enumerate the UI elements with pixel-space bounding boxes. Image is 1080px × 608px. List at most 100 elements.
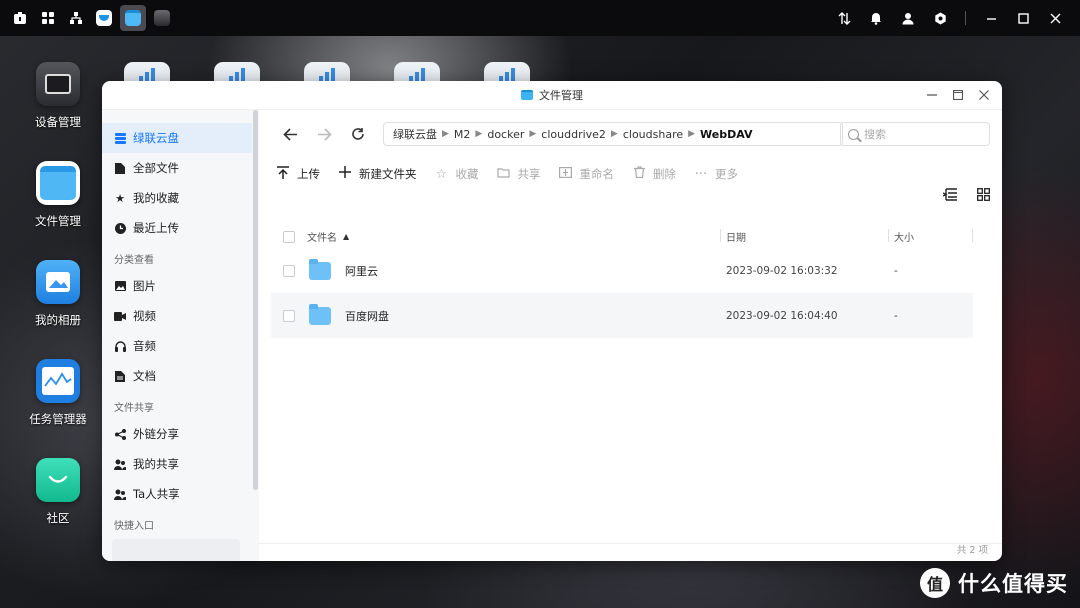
sidebar-item-favorites[interactable]: ★ 我的收藏 (102, 183, 259, 213)
breadcrumb-item[interactable]: clouddrive2 (541, 128, 606, 141)
share-icon (114, 428, 126, 440)
users-icon (114, 488, 126, 500)
desktop-icon-label: 任务管理器 (29, 412, 87, 426)
sidebar-item-cloud-drive[interactable]: 绿联云盘 (102, 123, 252, 153)
main-pane: 绿联云盘 ▶ M2 ▶ docker ▶ clouddrive2 ▶ cloud… (259, 110, 1002, 561)
chevron-right-icon: ▶ (610, 129, 618, 139)
more-button[interactable]: ··· 更多 (694, 166, 738, 182)
status-bar (259, 543, 1002, 561)
file-name[interactable]: 百度网盘 (345, 308, 389, 324)
maximize-icon[interactable] (1012, 7, 1034, 29)
table-row[interactable]: 百度网盘 2023-09-02 16:04:40 - (271, 293, 973, 338)
apps-grid-icon[interactable] (36, 6, 60, 30)
rename-button[interactable]: 重命名 (559, 166, 614, 182)
search-icon (848, 128, 859, 140)
sidebar-item-my-shares[interactable]: 我的共享 (102, 449, 259, 479)
column-divider[interactable] (888, 229, 889, 242)
sidebar-item-images[interactable]: 图片 (102, 271, 259, 301)
breadcrumb-item[interactable]: docker (487, 128, 524, 141)
row-checkbox[interactable] (283, 309, 295, 322)
forward-arrow-icon[interactable] (307, 119, 341, 149)
column-header-date[interactable]: 日期 (721, 229, 889, 244)
desktop-icon-file-manager[interactable]: 文件管理 (18, 161, 98, 260)
docker-app-icon[interactable] (92, 6, 116, 30)
sort-icon[interactable] (833, 7, 855, 29)
share-button[interactable]: 共享 (497, 166, 541, 182)
sidebar: 绿联云盘 全部文件 ★ 我的收藏 最近上传 分类查看 图片 视频 音频 文档 文… (102, 110, 259, 561)
refresh-icon[interactable] (341, 119, 375, 149)
file-manager-task-icon[interactable] (120, 5, 146, 31)
sidebar-item-label: 绿联云盘 (133, 131, 179, 145)
window-minimize-icon[interactable] (926, 87, 938, 103)
star-outline-icon: ☆ (435, 166, 448, 182)
terminal-app-icon[interactable] (150, 6, 174, 30)
favorite-label: 收藏 (455, 167, 479, 181)
breadcrumb[interactable]: 绿联云盘 ▶ M2 ▶ docker ▶ clouddrive2 ▶ cloud… (383, 122, 843, 146)
window-maximize-icon[interactable] (952, 87, 964, 103)
sidebar-item-link-share[interactable]: 外链分享 (102, 419, 259, 449)
breadcrumb-current[interactable]: WebDAV (700, 128, 753, 141)
breadcrumb-item[interactable]: 绿联云盘 (393, 126, 437, 142)
file-manager-window: 文件管理 绿联云盘 全部文件 ★ 我的收藏 最近上传 分类查看 图片 视频 音频… (102, 81, 1002, 561)
bell-icon[interactable] (865, 7, 887, 29)
column-divider[interactable] (720, 229, 721, 242)
upload-button[interactable]: 上传 (276, 165, 320, 183)
sidebar-item-videos[interactable]: 视频 (102, 301, 259, 331)
sidebar-item-all-files[interactable]: 全部文件 (102, 153, 259, 183)
file-date: 2023-09-02 16:03:32 (726, 264, 838, 277)
more-label: 更多 (715, 167, 738, 181)
settings-icon[interactable] (929, 7, 951, 29)
grid-view-icon[interactable] (977, 188, 990, 205)
column-header-name[interactable]: 文件名 ▲ (307, 229, 721, 244)
select-all-checkbox[interactable] (283, 230, 295, 243)
desktop-icon-label: 我的相册 (35, 313, 81, 327)
breadcrumb-item[interactable]: M2 (454, 128, 471, 141)
sidebar-item-label: 我的收藏 (133, 191, 179, 205)
search-placeholder: 搜索 (864, 128, 886, 141)
file-date: 2023-09-02 16:04:40 (726, 309, 838, 322)
file-manager-icon (36, 161, 80, 205)
desktop-icon-photos[interactable]: 我的相册 (18, 260, 98, 359)
star-icon: ★ (115, 191, 125, 205)
sidebar-item-others-shares[interactable]: Ta人共享 (102, 479, 259, 509)
column-header-size[interactable]: 大小 (889, 229, 973, 244)
desktop-icon-community[interactable]: 社区 (18, 458, 98, 557)
sidebar-item-audio[interactable]: 音频 (102, 331, 259, 361)
sidebar-item-recent[interactable]: 最近上传 (102, 213, 259, 243)
new-folder-button[interactable]: 新建文件夹 (338, 166, 417, 182)
window-title: 文件管理 (539, 89, 583, 102)
sidebar-item-label: 视频 (133, 309, 156, 323)
sidebar-item-label: 音频 (133, 339, 156, 353)
window-close-icon[interactable] (978, 87, 990, 103)
desktop-icon-device-manager[interactable]: 设备管理 (18, 62, 98, 161)
desktop-icon-task-manager[interactable]: 任务管理器 (18, 359, 98, 458)
sidebar-scrollbar[interactable] (253, 110, 258, 490)
close-icon[interactable] (1044, 7, 1066, 29)
trash-icon (632, 166, 646, 182)
breadcrumb-item[interactable]: cloudshare (623, 128, 683, 141)
column-divider[interactable] (972, 229, 973, 242)
user-icon[interactable] (897, 7, 919, 29)
folder-icon (309, 303, 331, 325)
home-icon[interactable] (8, 6, 32, 30)
network-icon[interactable] (64, 6, 88, 30)
favorite-button[interactable]: ☆ 收藏 (435, 166, 479, 182)
file-name[interactable]: 阿里云 (345, 263, 378, 279)
minimize-icon[interactable] (980, 7, 1002, 29)
file-table: 文件名 ▲ 日期 大小 阿里云 2023-09-02 16:03:32 - 百度… (271, 225, 973, 338)
back-arrow-icon[interactable] (273, 119, 307, 149)
delete-button[interactable]: 删除 (632, 166, 676, 182)
sidebar-item-documents[interactable]: 文档 (102, 361, 259, 391)
table-row[interactable]: 阿里云 2023-09-02 16:03:32 - (271, 248, 973, 293)
quick-access-slot[interactable] (112, 539, 240, 561)
sidebar-item-label: 全部文件 (133, 161, 179, 175)
upload-label: 上传 (297, 167, 320, 181)
row-checkbox[interactable] (283, 264, 295, 277)
window-titlebar[interactable]: 文件管理 (102, 81, 1002, 110)
table-header: 文件名 ▲ 日期 大小 (271, 225, 973, 248)
watermark-logo: 值 (920, 568, 950, 598)
list-view-icon[interactable] (942, 188, 957, 205)
search-input[interactable]: 搜索 (840, 122, 990, 146)
toolbar: 上传 新建文件夹 ☆ 收藏 共享 重命名 删除 ··· 更多 (259, 158, 1002, 190)
cloud-drive-icon (114, 132, 126, 144)
